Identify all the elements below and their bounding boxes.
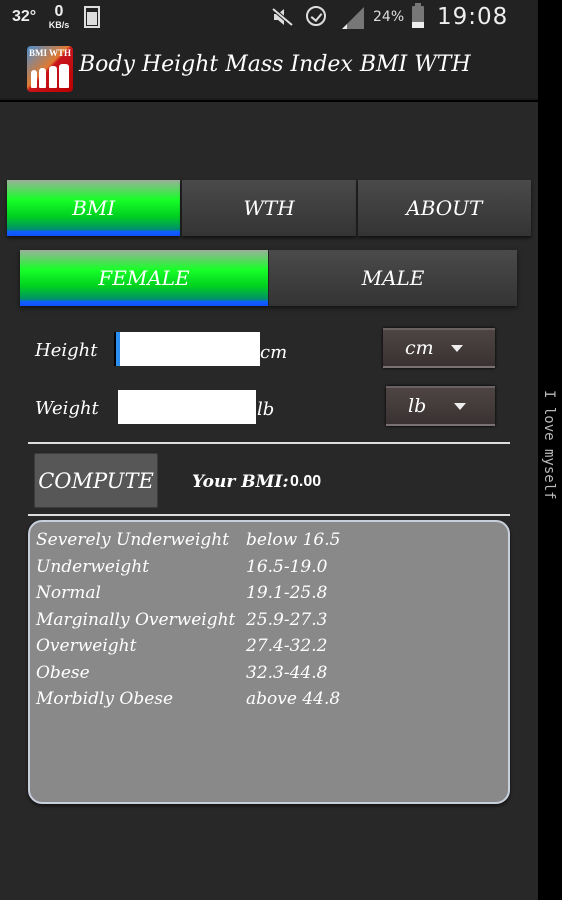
category-name: Overweight xyxy=(36,636,137,656)
table-row: Overweight 27.4-32.2 xyxy=(36,636,496,662)
weight-label: Weight xyxy=(35,398,99,419)
bmi-result-label: Your BMI: xyxy=(192,472,289,492)
category-range: 16.5-19.0 xyxy=(246,557,328,577)
category-range: above 44.8 xyxy=(246,689,341,709)
alarm-icon xyxy=(306,6,326,26)
category-range: 32.3-44.8 xyxy=(246,663,328,683)
height-unit-suffix: cm xyxy=(260,342,288,363)
table-row: Normal 19.1-25.8 xyxy=(36,583,496,609)
divider xyxy=(28,514,510,516)
category-name: Severely Underweight xyxy=(36,530,230,550)
category-range: 25.9-27.3 xyxy=(246,610,328,630)
action-bar: BMI WTH Body Height Mass Index BMI WTH xyxy=(0,36,538,100)
height-input[interactable] xyxy=(116,332,260,366)
chevron-down-icon xyxy=(454,402,466,410)
weight-unit-selected: lb xyxy=(408,395,427,417)
female-button[interactable]: FEMALE xyxy=(20,250,269,306)
chevron-down-icon xyxy=(451,344,463,352)
table-row: Marginally Overweight 25.9-27.3 xyxy=(36,610,496,636)
male-button[interactable]: MALE xyxy=(269,250,517,306)
battery-percent: 24% xyxy=(373,9,405,25)
network-speed-value: 0 xyxy=(54,3,64,20)
category-name: Underweight xyxy=(36,557,150,577)
height-unit-dropdown[interactable]: cm xyxy=(383,328,495,368)
side-caption: I love myself xyxy=(541,390,557,500)
app-title: Body Height Mass Index BMI WTH xyxy=(79,52,471,77)
mute-icon xyxy=(271,7,294,32)
category-range: 27.4-32.2 xyxy=(246,636,328,656)
tab-bar: BMI WTH ABOUT xyxy=(7,180,531,236)
category-range: 19.1-25.8 xyxy=(246,583,328,603)
bmi-category-table: Severely Underweight below 16.5 Underwei… xyxy=(28,520,510,804)
tab-wth[interactable]: WTH xyxy=(182,180,356,236)
cup-icon xyxy=(84,6,100,28)
app-logo-icon: BMI WTH xyxy=(27,46,73,92)
status-bar: 32° 0 KB/s 24% 19:08 xyxy=(0,0,538,36)
temperature-readout: 32° xyxy=(12,8,37,25)
category-range: below 16.5 xyxy=(246,530,341,550)
height-label: Height xyxy=(35,340,98,361)
table-row: Morbidly Obese above 44.8 xyxy=(36,689,496,715)
table-row: Obese 32.3-44.8 xyxy=(36,663,496,689)
height-unit-selected: cm xyxy=(405,337,434,359)
weight-input[interactable] xyxy=(118,390,256,424)
category-name: Normal xyxy=(36,583,101,603)
divider xyxy=(28,442,510,444)
category-name: Morbidly Obese xyxy=(36,689,174,709)
tab-bmi[interactable]: BMI xyxy=(7,180,181,236)
bmi-result-value: 0.00 xyxy=(290,473,322,490)
table-row: Underweight 16.5-19.0 xyxy=(36,557,496,583)
network-speed: 0 KB/s xyxy=(46,3,72,30)
app-logo-label: BMI WTH xyxy=(28,48,72,58)
category-name: Marginally Overweight xyxy=(36,610,236,630)
clock: 19:08 xyxy=(437,4,509,30)
weight-unit-dropdown[interactable]: lb xyxy=(386,386,495,426)
tab-about[interactable]: ABOUT xyxy=(357,180,531,236)
compute-button[interactable]: COMPUTE xyxy=(34,453,158,508)
gender-toggle: FEMALE MALE xyxy=(20,250,517,306)
battery-icon xyxy=(412,3,424,28)
weight-unit-suffix: lb xyxy=(257,399,275,420)
network-speed-unit: KB/s xyxy=(48,20,70,30)
category-name: Obese xyxy=(36,663,90,683)
table-row: Severely Underweight below 16.5 xyxy=(36,530,496,556)
